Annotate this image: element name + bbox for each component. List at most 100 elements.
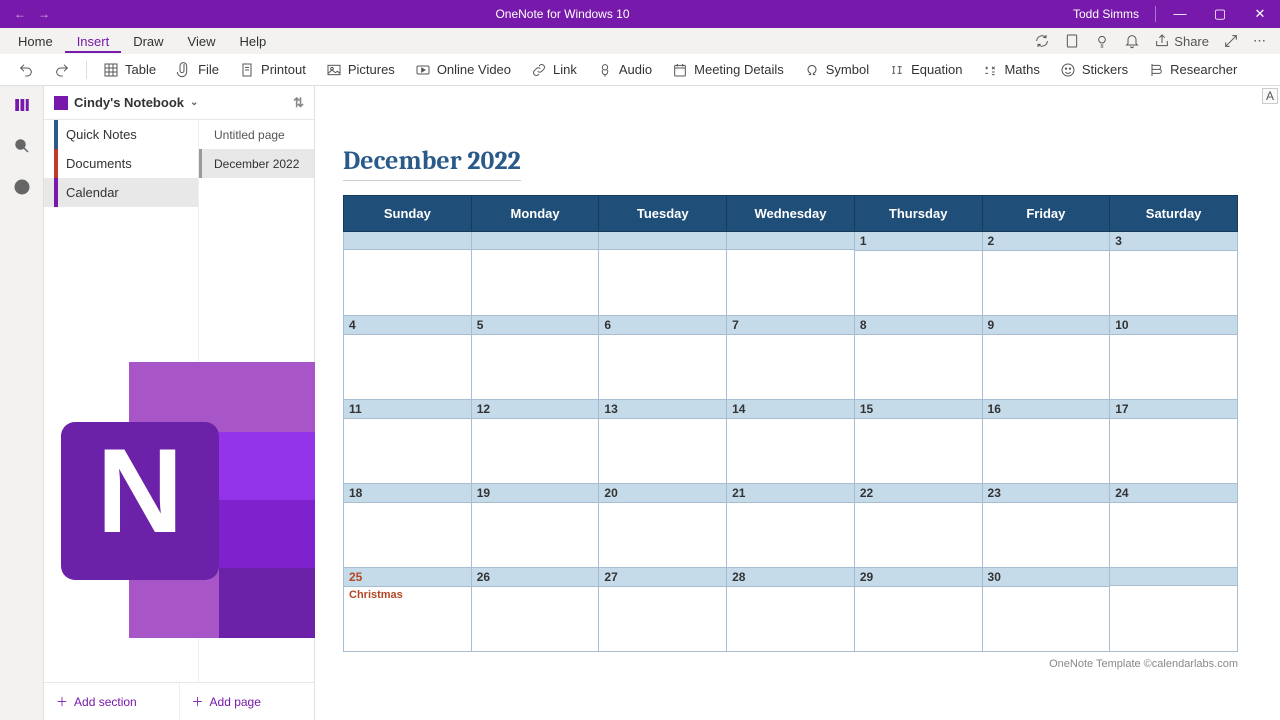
calendar-cell[interactable]: 16 bbox=[982, 400, 1110, 484]
symbol-button[interactable]: Symbol bbox=[796, 58, 877, 82]
calendar-cell[interactable]: 27 bbox=[599, 568, 727, 652]
user-name[interactable]: Todd Simms bbox=[1061, 7, 1151, 21]
page-untitled[interactable]: Untitled page bbox=[199, 120, 314, 149]
link-button[interactable]: Link bbox=[523, 58, 585, 82]
notebook-icon bbox=[54, 96, 68, 110]
calendar-cell[interactable] bbox=[344, 232, 472, 316]
calendar-cell[interactable]: 5 bbox=[471, 316, 599, 400]
day-number: 27 bbox=[599, 568, 726, 587]
search-icon[interactable] bbox=[13, 137, 31, 160]
calendar-cell[interactable]: 7 bbox=[727, 316, 855, 400]
fullscreen-icon[interactable] bbox=[1223, 33, 1239, 49]
ribbon-insert: Table File Printout Pictures Online Vide… bbox=[0, 54, 1280, 86]
add-section-button[interactable]: ＋Add section bbox=[44, 683, 179, 720]
maths-button[interactable]: Maths bbox=[974, 58, 1047, 82]
page-december-2022[interactable]: December 2022 bbox=[199, 149, 314, 178]
format-pane-toggle[interactable]: A bbox=[1262, 88, 1278, 104]
calendar-cell[interactable]: 14 bbox=[727, 400, 855, 484]
day-number: 1 bbox=[855, 232, 982, 251]
sync-icon[interactable] bbox=[1034, 33, 1050, 49]
section-calendar[interactable]: Calendar bbox=[44, 178, 198, 207]
tab-insert[interactable]: Insert bbox=[65, 30, 122, 53]
online-video-button[interactable]: Online Video bbox=[407, 58, 519, 82]
sort-icon[interactable]: ⇅ bbox=[293, 95, 304, 111]
maximize-button[interactable]: ▢ bbox=[1200, 6, 1240, 22]
calendar-cell[interactable]: 8 bbox=[854, 316, 982, 400]
day-number bbox=[727, 232, 854, 250]
calendar-cell[interactable]: 11 bbox=[344, 400, 472, 484]
calendar-cell[interactable]: 26 bbox=[471, 568, 599, 652]
minimize-button[interactable]: — bbox=[1160, 6, 1200, 22]
file-button[interactable]: File bbox=[168, 58, 227, 82]
forward-button[interactable]: → bbox=[38, 7, 50, 21]
calendar-cell[interactable]: 3 bbox=[1110, 232, 1238, 316]
calendar-cell[interactable]: 1 bbox=[854, 232, 982, 316]
day-number: 7 bbox=[727, 316, 854, 335]
calendar-cell[interactable]: 2 bbox=[982, 232, 1110, 316]
calendar-cell[interactable]: 6 bbox=[599, 316, 727, 400]
audio-button[interactable]: Audio bbox=[589, 58, 660, 82]
tab-home[interactable]: Home bbox=[6, 30, 65, 53]
calendar-cell[interactable] bbox=[727, 232, 855, 316]
share-button[interactable]: Share bbox=[1154, 33, 1209, 49]
recent-icon[interactable] bbox=[13, 178, 31, 201]
undo-button[interactable] bbox=[10, 58, 42, 82]
calendar-day-header: Thursday bbox=[854, 196, 982, 232]
day-number: 23 bbox=[983, 484, 1110, 503]
calendar-day-header: Friday bbox=[982, 196, 1110, 232]
calendar-cell[interactable]: 4 bbox=[344, 316, 472, 400]
calendar-cell[interactable]: 22 bbox=[854, 484, 982, 568]
calendar-cell[interactable]: 24 bbox=[1110, 484, 1238, 568]
lightbulb-icon[interactable] bbox=[1094, 33, 1110, 49]
meeting-details-button[interactable]: Meeting Details bbox=[664, 58, 792, 82]
calendar-cell[interactable]: 10 bbox=[1110, 316, 1238, 400]
calendar-cell[interactable]: 29 bbox=[854, 568, 982, 652]
calendar-cell[interactable]: 9 bbox=[982, 316, 1110, 400]
calendar-cell[interactable] bbox=[1110, 568, 1238, 652]
page-title[interactable]: December 2022 bbox=[343, 146, 521, 181]
more-icon[interactable]: ⋯ bbox=[1253, 33, 1266, 49]
tab-view[interactable]: View bbox=[176, 30, 228, 53]
pictures-button[interactable]: Pictures bbox=[318, 58, 403, 82]
calendar-cell[interactable]: 30 bbox=[982, 568, 1110, 652]
day-number: 17 bbox=[1110, 400, 1237, 419]
table-button[interactable]: Table bbox=[95, 58, 164, 82]
printout-button[interactable]: Printout bbox=[231, 58, 314, 82]
calendar-table[interactable]: SundayMondayTuesdayWednesdayThursdayFrid… bbox=[343, 195, 1238, 652]
calendar-cell[interactable]: 28 bbox=[727, 568, 855, 652]
section-documents[interactable]: Documents bbox=[44, 149, 198, 178]
page-canvas[interactable]: A December 2022 SundayMondayTuesdayWedne… bbox=[315, 86, 1280, 720]
day-number bbox=[1110, 568, 1237, 586]
notebook-selector[interactable]: Cindy's Notebook ⌄ ⇅ bbox=[44, 86, 314, 120]
tab-draw[interactable]: Draw bbox=[121, 30, 175, 53]
calendar-cell[interactable]: 13 bbox=[599, 400, 727, 484]
notebooks-icon[interactable] bbox=[13, 96, 31, 119]
researcher-button[interactable]: Researcher bbox=[1140, 58, 1245, 82]
close-button[interactable]: ✕ bbox=[1240, 6, 1280, 22]
calendar-cell[interactable]: 20 bbox=[599, 484, 727, 568]
calendar-cell[interactable] bbox=[471, 232, 599, 316]
calendar-cell[interactable]: 18 bbox=[344, 484, 472, 568]
calendar-cell[interactable]: 12 bbox=[471, 400, 599, 484]
tab-help[interactable]: Help bbox=[228, 30, 279, 53]
calendar-cell[interactable]: 25Christmas bbox=[344, 568, 472, 652]
section-quick-notes[interactable]: Quick Notes bbox=[44, 120, 198, 149]
calendar-cell[interactable]: 21 bbox=[727, 484, 855, 568]
calendar-cell[interactable] bbox=[599, 232, 727, 316]
page-icon[interactable] bbox=[1064, 33, 1080, 49]
back-button[interactable]: ← bbox=[14, 7, 26, 21]
calendar-cell[interactable]: 15 bbox=[854, 400, 982, 484]
day-number: 6 bbox=[599, 316, 726, 335]
calendar-cell[interactable]: 19 bbox=[471, 484, 599, 568]
calendar-cell[interactable]: 23 bbox=[982, 484, 1110, 568]
bell-icon[interactable] bbox=[1124, 33, 1140, 49]
day-number: 8 bbox=[855, 316, 982, 335]
stickers-button[interactable]: Stickers bbox=[1052, 58, 1136, 82]
add-page-button[interactable]: ＋Add page bbox=[179, 683, 315, 720]
calendar-cell[interactable]: 17 bbox=[1110, 400, 1238, 484]
redo-button[interactable] bbox=[46, 58, 78, 82]
history-nav: ← → bbox=[0, 7, 64, 21]
equation-button[interactable]: Equation bbox=[881, 58, 970, 82]
calendar-footer: OneNote Template ©calendarlabs.com bbox=[343, 658, 1238, 670]
calendar-day-header: Wednesday bbox=[727, 196, 855, 232]
